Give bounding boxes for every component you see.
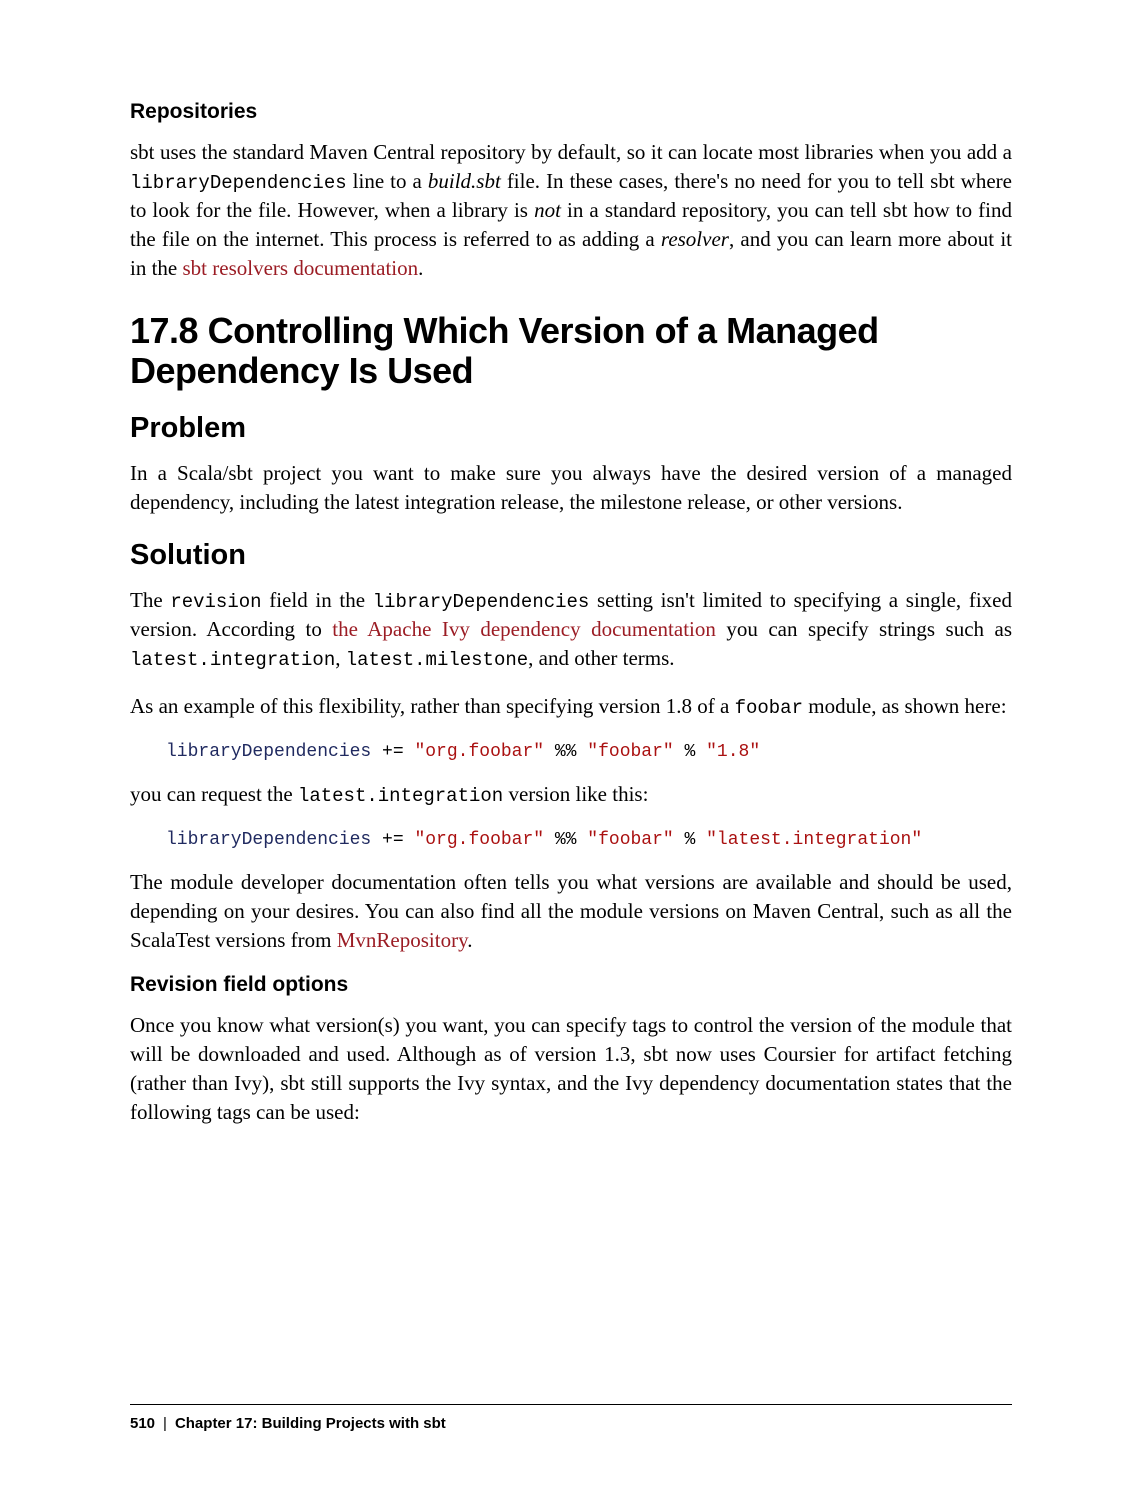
inline-code: latest.integration — [130, 649, 335, 671]
inline-code: revision — [170, 591, 261, 613]
code-string: "org.foobar" — [414, 742, 544, 762]
chapter-title: Chapter 17: Building Projects with sbt — [175, 1415, 446, 1432]
inline-code: latest.milestone — [346, 649, 528, 671]
footer-separator: | — [163, 1415, 167, 1432]
code-op: % — [674, 742, 706, 762]
code-op: += — [371, 830, 414, 850]
paragraph: sbt uses the standard Maven Central repo… — [130, 138, 1012, 283]
link-apache-ivy[interactable]: the Apache Ivy dependency documentation — [332, 617, 716, 641]
code-op: %% — [544, 830, 587, 850]
text: . — [467, 928, 472, 952]
heading-repositories: Repositories — [130, 100, 1012, 124]
inline-code: foobar — [735, 697, 803, 719]
code-keyword: libraryDependencies — [166, 830, 371, 850]
heading-problem: Problem — [130, 412, 1012, 445]
link-mvnrepository[interactable]: MvnRepository — [337, 928, 467, 952]
italic-text: build.sbt — [428, 169, 501, 193]
inline-code: latest.integration — [298, 785, 503, 807]
text: you can specify strings such as — [716, 617, 1012, 641]
heading-section-17-8: 17.8 Controlling Which Version of a Mana… — [130, 311, 1012, 390]
heading-revision-field-options: Revision field options — [130, 973, 1012, 997]
code-string: "org.foobar" — [414, 830, 544, 850]
paragraph: Once you know what version(s) you want, … — [130, 1011, 1012, 1127]
text: module, as shown here: — [803, 694, 1007, 718]
code-op: % — [674, 830, 706, 850]
paragraph: The revision field in the libraryDepende… — [130, 586, 1012, 673]
text: The — [130, 588, 170, 612]
paragraph: In a Scala/sbt project you want to make … — [130, 459, 1012, 517]
italic-text: not — [534, 198, 561, 222]
code-block: libraryDependencies += "org.foobar" %% "… — [166, 739, 1012, 766]
inline-code: libraryDependencies — [373, 591, 590, 613]
paragraph: you can request the latest.integration v… — [130, 780, 1012, 809]
link-sbt-resolvers[interactable]: sbt resolvers documentation — [183, 256, 419, 280]
code-op: %% — [544, 742, 587, 762]
inline-code: libraryDependencies — [130, 172, 347, 194]
text: you can request the — [130, 782, 298, 806]
paragraph: As an example of this flexibility, rathe… — [130, 692, 1012, 721]
text: The module developer documentation often… — [130, 870, 1012, 952]
page: Repositories sbt uses the standard Maven… — [0, 0, 1142, 1500]
code-block: libraryDependencies += "org.foobar" %% "… — [166, 827, 1012, 854]
code-keyword: libraryDependencies — [166, 742, 371, 762]
page-footer: 510 | Chapter 17: Building Projects with s… — [130, 1404, 1012, 1432]
code-op: += — [371, 742, 414, 762]
text: , — [335, 646, 346, 670]
page-number: 510 — [130, 1415, 155, 1432]
italic-text: resolver — [661, 227, 729, 251]
code-string: "latest.integration" — [706, 830, 922, 850]
text: sbt uses the standard Maven Central repo… — [130, 140, 1012, 164]
code-string: "1.8" — [706, 742, 760, 762]
text: field in the — [262, 588, 373, 612]
heading-solution: Solution — [130, 539, 1012, 572]
text: As an example of this flexibility, rathe… — [130, 694, 735, 718]
paragraph: The module developer documentation often… — [130, 868, 1012, 955]
code-string: "foobar" — [587, 830, 673, 850]
text: . — [418, 256, 423, 280]
text: , and other terms. — [528, 646, 674, 670]
text: version like this: — [503, 782, 648, 806]
text: line to a — [347, 169, 428, 193]
code-string: "foobar" — [587, 742, 673, 762]
